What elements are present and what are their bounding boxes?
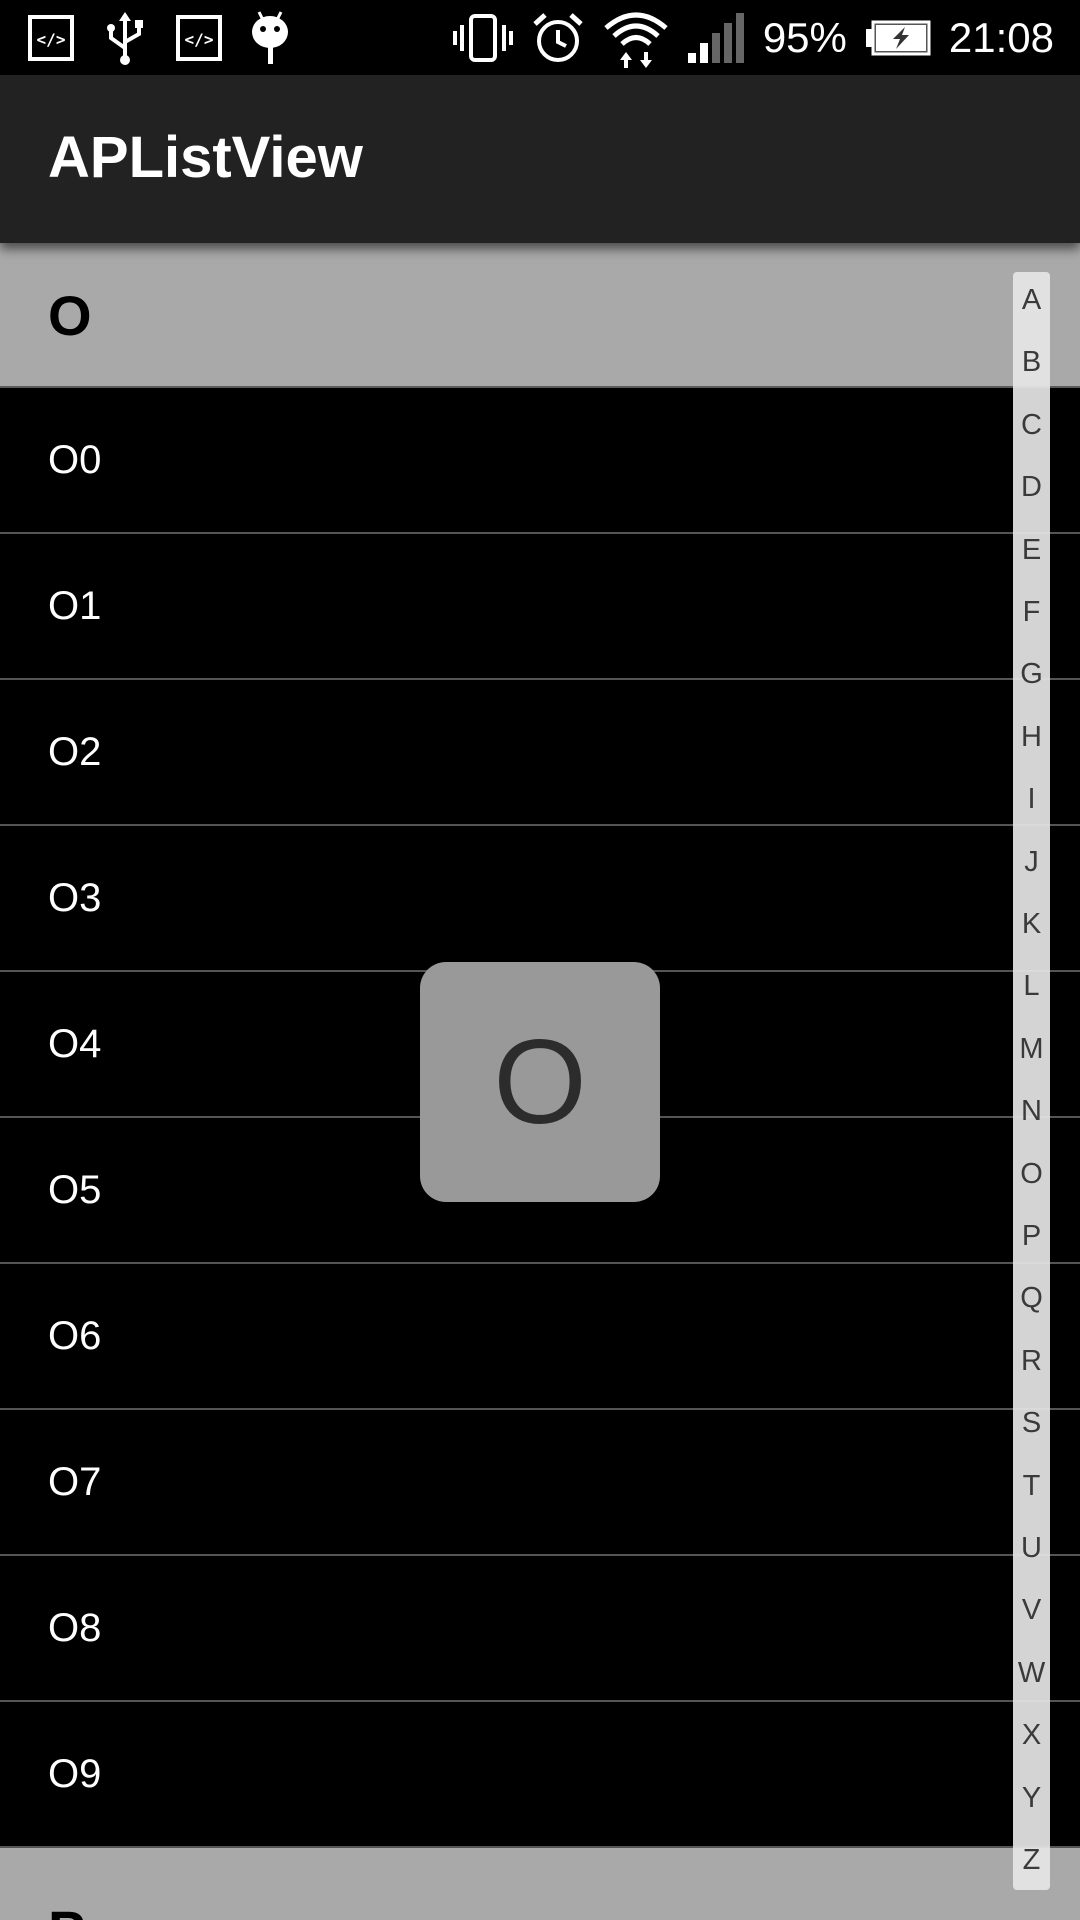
section-indicator-letter: O [493, 1015, 587, 1149]
alarm-icon [531, 11, 585, 65]
code-icon: </> [176, 15, 222, 61]
app-title: APListView [48, 125, 363, 190]
list-item[interactable]: O0 [0, 388, 1080, 534]
index-letter-w[interactable]: W [1013, 1658, 1050, 1688]
battery-percent: 95% [762, 13, 847, 61]
index-letter-n[interactable]: N [1013, 1097, 1050, 1126]
system-icons: 95% 21:08 [452, 0, 1054, 75]
index-letter-a[interactable]: A [1013, 286, 1050, 315]
section-indicator-overlay: O [420, 962, 660, 1202]
list-item-label: O4 [48, 1022, 102, 1066]
app-bar: APListView [0, 75, 1080, 243]
battery-icon [865, 20, 931, 56]
list-item[interactable]: O2 [0, 680, 1080, 826]
index-letter-r[interactable]: R [1013, 1346, 1050, 1376]
index-letter-p[interactable]: P [1013, 1222, 1050, 1251]
index-letter-c[interactable]: C [1013, 410, 1050, 440]
index-letter-k[interactable]: K [1013, 910, 1050, 939]
section-header-label: O [48, 284, 92, 347]
android-icon [250, 10, 290, 66]
list-item[interactable]: O7 [0, 1410, 1080, 1556]
list-item-label: O2 [48, 730, 102, 774]
list-item[interactable]: O9 [0, 1702, 1080, 1848]
index-letter-d[interactable]: D [1013, 473, 1050, 502]
index-letter-z[interactable]: Z [1013, 1846, 1050, 1875]
index-letter-h[interactable]: H [1013, 722, 1050, 752]
signal-icon [687, 12, 745, 63]
list-item-label: O6 [48, 1314, 102, 1358]
index-letter-f[interactable]: F [1013, 598, 1050, 627]
list-item[interactable]: O3 [0, 826, 1080, 972]
clock: 21:08 [948, 13, 1054, 61]
index-letter-t[interactable]: T [1013, 1471, 1050, 1501]
wifi-icon [603, 8, 669, 68]
list-item-label: O5 [48, 1168, 102, 1212]
index-letter-g[interactable]: G [1013, 660, 1050, 689]
list-item-label: O7 [48, 1460, 102, 1504]
index-letter-e[interactable]: E [1013, 535, 1050, 565]
section-header: O [0, 243, 1080, 388]
list-item[interactable]: O1 [0, 534, 1080, 680]
list-item[interactable]: O8 [0, 1556, 1080, 1702]
vibrate-icon [452, 13, 513, 63]
svg-text:</>: </> [37, 30, 66, 49]
index-letter-s[interactable]: S [1013, 1409, 1050, 1438]
index-letter-i[interactable]: I [1013, 785, 1050, 814]
status-bar: </> </> 95% 21:08 [0, 0, 1080, 75]
index-letter-l[interactable]: L [1013, 972, 1050, 1001]
section-header-next: P [0, 1848, 1080, 1920]
svg-text:</>: </> [185, 30, 214, 49]
list-item-label: O3 [48, 876, 102, 920]
index-letter-m[interactable]: M [1013, 1034, 1050, 1064]
list-item-label: O0 [48, 438, 102, 482]
alphabet-index-bar[interactable]: A B C D E F G H I J K L M N O P Q R S T U V W X Y Z [1013, 272, 1050, 1890]
code-icon: </> [28, 15, 74, 61]
index-letter-b[interactable]: B [1013, 348, 1050, 377]
index-letter-j[interactable]: J [1013, 847, 1050, 877]
list-item-label: O9 [48, 1752, 102, 1796]
index-letter-o[interactable]: O [1013, 1159, 1050, 1189]
section-header-label: P [48, 1903, 85, 1920]
list-item-label: O1 [48, 584, 102, 628]
notification-icons: </> </> [28, 10, 290, 66]
list-item-label: O8 [48, 1606, 102, 1650]
index-letter-v[interactable]: V [1013, 1596, 1050, 1625]
index-letter-u[interactable]: U [1013, 1534, 1050, 1563]
screen: </> </> 95% 21:08 APListView O O0 O1 O2 … [0, 0, 1080, 1920]
index-letter-x[interactable]: X [1013, 1721, 1050, 1750]
usb-icon [102, 10, 148, 66]
index-letter-q[interactable]: Q [1013, 1284, 1050, 1313]
index-letter-y[interactable]: Y [1013, 1783, 1050, 1813]
list-item[interactable]: O6 [0, 1264, 1080, 1410]
